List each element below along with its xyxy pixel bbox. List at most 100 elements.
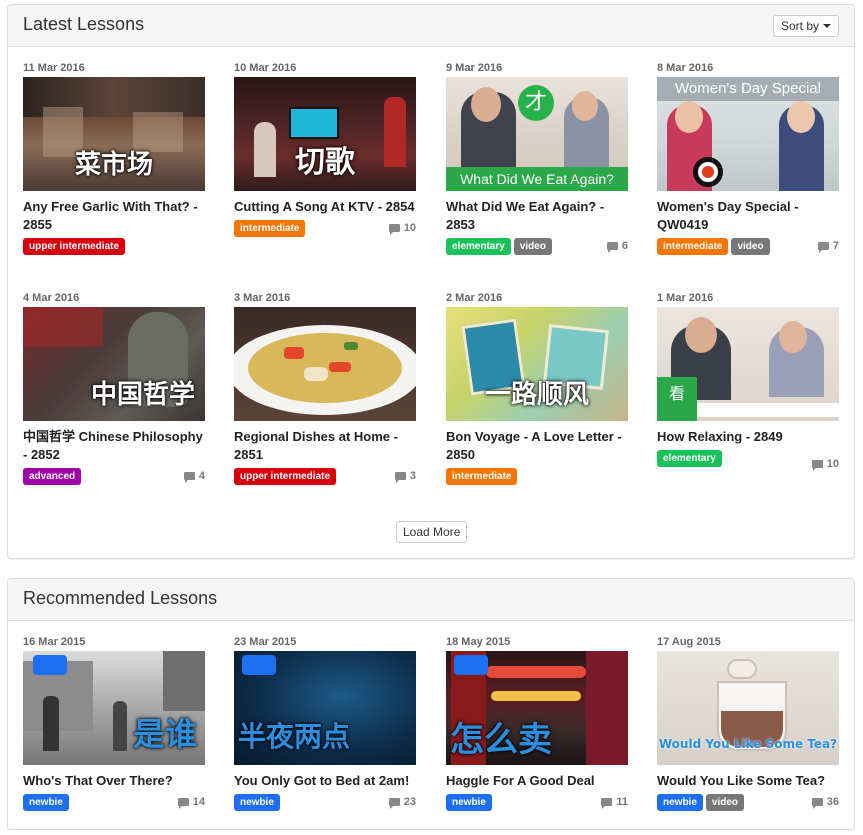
lesson-title[interactable]: Regional Dishes at Home - 2851 [234, 428, 416, 464]
comment-icon [606, 242, 618, 253]
comments-number: 11 [616, 796, 628, 808]
newbie-logo-icon [242, 655, 276, 675]
level-badge[interactable]: intermediate [657, 237, 729, 255]
newbie-logo-icon [454, 655, 488, 675]
comment-icon [601, 798, 613, 809]
lesson-date: 18 May 2015 [446, 636, 511, 648]
panel-title: Recommended Lessons [23, 588, 218, 608]
thumbnail-caption: Would You Like Some Tea? [658, 737, 838, 751]
comments-count[interactable]: 6 [606, 240, 628, 253]
comments-count[interactable]: 10 [388, 222, 416, 235]
level-badge[interactable]: elementary [657, 449, 722, 467]
comments-count[interactable]: 4 [183, 470, 205, 483]
lesson-meta: advanced 4 [23, 467, 205, 485]
lesson-date: 2 Mar 2016 [446, 292, 503, 304]
lesson-meta: intermediate video 7 [657, 237, 839, 255]
lesson-title[interactable]: 中国哲学 Chinese Philosophy - 2852 [23, 428, 205, 464]
level-badge[interactable]: advanced [23, 467, 82, 485]
lesson-card: 18 May 2015 怎么卖 Haggle For A Good Deal n… [446, 636, 628, 811]
level-badge[interactable]: newbie [234, 793, 280, 811]
comment-icon [811, 460, 823, 471]
level-badge[interactable]: newbie [657, 793, 703, 811]
lesson-card: 16 Mar 2015 是谁 Who's That Over There? ne… [23, 636, 205, 811]
lesson-card: 9 Mar 2016 才 What Did We Eat Again? What… [446, 62, 628, 255]
comments-number: 23 [403, 796, 416, 808]
thumbnail-caption: 怎么卖 [450, 720, 552, 760]
lesson-title[interactable]: Haggle For A Good Deal [446, 772, 628, 790]
lesson-date: 1 Mar 2016 [657, 292, 714, 304]
comments-count[interactable]: 10 [811, 458, 839, 471]
lesson-thumbnail[interactable]: Women's Day Special [657, 77, 839, 191]
lesson-thumbnail[interactable] [234, 307, 416, 421]
lesson-meta: intermediate 10 [234, 219, 416, 237]
lesson-title[interactable]: Any Free Garlic With That? - 2855 [23, 198, 205, 234]
latest-lessons-header: Latest Lessons Sort by [8, 5, 854, 47]
sort-by-button[interactable]: Sort by [772, 15, 839, 37]
thumbnail-caption: 一路顺风 [484, 380, 589, 410]
lesson-date: 3 Mar 2016 [234, 292, 291, 304]
comment-icon [811, 798, 823, 809]
lesson-meta: elementary video 6 [446, 237, 628, 255]
comments-count[interactable]: 11 [601, 796, 628, 809]
lesson-thumbnail[interactable]: 中国哲学 [23, 307, 205, 421]
lesson-card: 1 Mar 2016 看 How Relaxing - 2849 element… [657, 292, 839, 471]
lesson-thumbnail[interactable]: 怎么卖 [446, 651, 628, 765]
lesson-title[interactable]: Bon Voyage - A Love Letter - 2850 [446, 428, 628, 464]
comments-count[interactable]: 23 [388, 796, 416, 809]
level-badge[interactable]: newbie [23, 793, 69, 811]
lesson-thumbnail[interactable]: 切歌 [234, 77, 416, 191]
lesson-thumbnail[interactable]: 才 What Did We Eat Again? [446, 77, 628, 191]
character-icon: 才 [518, 85, 554, 121]
level-badge[interactable]: intermediate [446, 467, 518, 485]
lesson-date: 11 Mar 2016 [23, 62, 85, 74]
lesson-title[interactable]: You Only Got to Bed at 2am! [234, 772, 416, 790]
lesson-title[interactable]: Would You Like Some Tea? [657, 772, 839, 790]
comment-icon [817, 242, 829, 253]
level-badge[interactable]: upper intermediate [23, 237, 126, 255]
newbie-logo-icon [33, 655, 67, 675]
lesson-title[interactable]: Who's That Over There? [23, 772, 205, 790]
sort-by-label: Sort by [780, 19, 819, 33]
lesson-title[interactable]: Cutting A Song At KTV - 2854 [234, 198, 416, 216]
lesson-date: 9 Mar 2016 [446, 62, 503, 74]
comments-count[interactable]: 3 [394, 470, 416, 483]
comments-count[interactable]: 36 [811, 796, 839, 809]
level-badge[interactable]: elementary [446, 237, 511, 255]
lesson-card: 2 Mar 2016 一路顺风 Bon Voyage - A Love Lett… [446, 292, 628, 485]
lesson-meta: newbie video 36 [657, 793, 839, 811]
character-icon: 看 [657, 377, 697, 421]
thumbnail-caption: 切歌 [295, 145, 355, 180]
lesson-card: 17 Aug 2015 Would You Like Some Tea? Wou… [657, 636, 839, 811]
comment-icon [183, 472, 195, 483]
lesson-card: 10 Mar 2016 切歌 Cutting A Song At KTV - 2… [234, 62, 416, 237]
thumbnail-caption: 半夜两点 [238, 720, 351, 753]
level-badge[interactable]: upper intermediate [234, 467, 337, 485]
video-badge[interactable]: video [705, 793, 745, 811]
video-badge[interactable]: video [731, 237, 770, 255]
lesson-thumbnail[interactable]: 半夜两点 [234, 651, 416, 765]
comment-icon [388, 798, 400, 809]
lesson-date: 16 Mar 2015 [23, 636, 86, 648]
lesson-card: 3 Mar 2016 Regional Dishes at Home - 285… [234, 292, 416, 485]
comments-count[interactable]: 14 [177, 796, 205, 809]
lesson-title[interactable]: What Did We Eat Again? - 2853 [446, 198, 628, 234]
thumbnail-caption: 中国哲学 [90, 380, 195, 410]
comments-number: 36 [826, 796, 839, 808]
lesson-card: 4 Mar 2016 中国哲学 中国哲学 Chinese Philosophy … [23, 292, 205, 485]
comments-number: 14 [192, 796, 205, 808]
lesson-thumbnail[interactable]: 一路顺风 [446, 307, 628, 421]
lesson-thumbnail[interactable]: Would You Like Some Tea? [657, 651, 839, 765]
recommended-lessons-header: Recommended Lessons [8, 579, 854, 621]
video-badge[interactable]: video [513, 237, 552, 255]
comments-number: 3 [409, 470, 416, 482]
lesson-title[interactable]: Women's Day Special - QW0419 [657, 198, 839, 234]
load-more-button[interactable]: Load More [396, 521, 468, 543]
lesson-thumbnail[interactable]: 是谁 [23, 651, 205, 765]
lesson-title[interactable]: How Relaxing - 2849 [657, 428, 839, 446]
lesson-thumbnail[interactable]: 看 [657, 307, 839, 421]
level-badge[interactable]: intermediate [234, 219, 306, 237]
level-badge[interactable]: newbie [446, 793, 492, 811]
lesson-thumbnail[interactable]: 菜市场 [23, 77, 205, 191]
lesson-card: 23 Mar 2015 半夜两点 You Only Got to Bed at … [234, 636, 416, 811]
comments-count[interactable]: 7 [817, 240, 839, 253]
